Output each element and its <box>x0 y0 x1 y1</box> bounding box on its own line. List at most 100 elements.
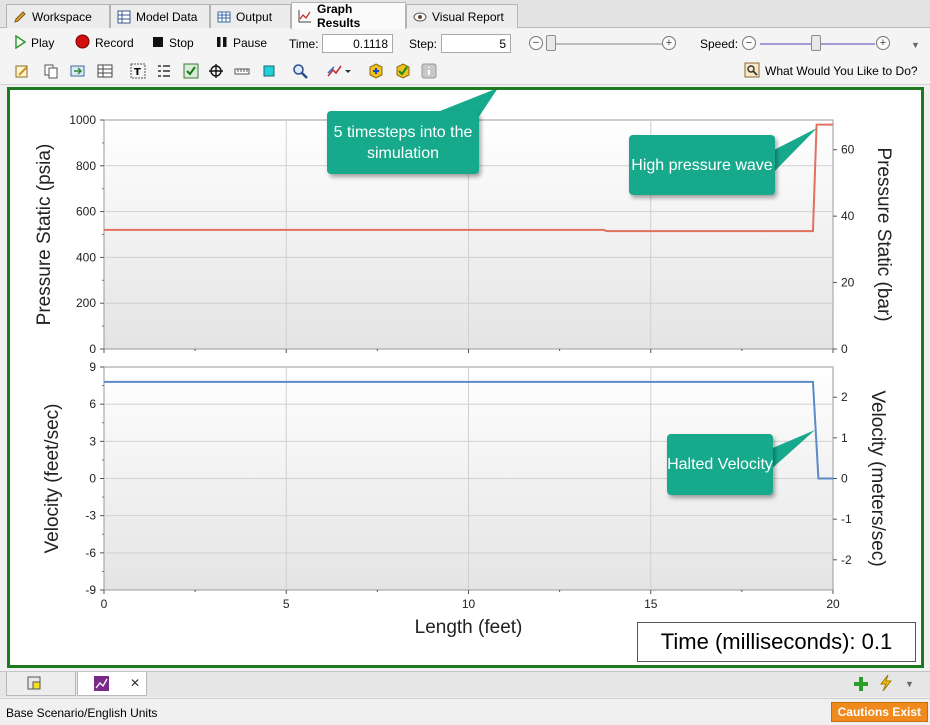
dropdown-chevron-icon[interactable]: ▼ <box>905 679 914 689</box>
speed-decrease-button[interactable]: − <box>742 36 756 50</box>
x-tick-label: 5 <box>283 597 290 611</box>
document-tab-bar: ✕ ▼ <box>0 671 930 697</box>
zoom-icon[interactable] <box>292 63 308 79</box>
help-search-button[interactable]: What Would You Like to Do? <box>744 62 918 80</box>
time-display: Time (milliseconds): 0.1 <box>637 622 916 662</box>
step-slider-track[interactable] <box>546 43 662 45</box>
tab-label: Output <box>236 9 273 24</box>
graph-doc-icon <box>94 676 109 694</box>
play-label: Play <box>31 36 55 50</box>
step-increase-button[interactable]: + <box>662 36 676 50</box>
y-axis-label: Pressure Static (psia) <box>34 144 55 326</box>
overflow-chevron-icon[interactable]: ▼ <box>911 36 920 54</box>
y-tick-label: 3 <box>89 434 96 448</box>
y-right-axis-label: Velocity (meters/sec) <box>867 390 888 566</box>
play-button[interactable]: Play <box>14 34 54 52</box>
y-tick-label: 800 <box>76 159 96 173</box>
copy-icon[interactable] <box>43 63 59 79</box>
cautions-exist-button[interactable]: Cautions Exist <box>830 702 928 722</box>
tab-label: Model Data <box>136 9 198 24</box>
speed-increase-button[interactable]: + <box>876 36 890 50</box>
pause-label: Pause <box>233 36 268 50</box>
pause-button[interactable]: Pause <box>216 34 267 52</box>
step-input[interactable]: 5 <box>441 34 511 53</box>
step-slider-thumb[interactable] <box>546 35 556 51</box>
time-display-text: Time (milliseconds): 0.1 <box>660 629 893 654</box>
speed-slider-thumb[interactable] <box>811 35 821 51</box>
tab-label: Visual Report <box>432 9 504 24</box>
y-tick-label: 600 <box>76 205 96 219</box>
y-tick-label: 0 <box>89 472 96 486</box>
stop-icon <box>152 36 164 51</box>
y-tick-label: -9 <box>85 583 96 597</box>
lightning-icon[interactable] <box>878 674 894 695</box>
x-axis-label: Length (feet) <box>415 617 523 638</box>
status-bar: Base Scenario/English Units Cautions Exi… <box>0 698 930 725</box>
y-right-tick-label: 1 <box>841 431 848 445</box>
y-tick-label: -6 <box>85 546 96 560</box>
y-right-axis-label: Pressure Static (bar) <box>873 147 894 321</box>
playback-toolbar: Play Record Stop Pause Time: 0.1118 Step… <box>0 29 930 57</box>
add-series-icon[interactable] <box>368 63 384 79</box>
crosshair-icon[interactable] <box>208 63 224 79</box>
marker-icon[interactable] <box>261 63 277 79</box>
table-view-icon[interactable] <box>97 63 113 79</box>
y-right-tick-label: 40 <box>841 209 855 223</box>
checkbox-toggle-icon[interactable] <box>183 63 199 79</box>
y-tick-label: 200 <box>76 296 96 310</box>
add-icon[interactable] <box>852 675 870 696</box>
y-right-tick-label: 0 <box>841 342 848 356</box>
time-input[interactable]: 0.1118 <box>322 34 393 53</box>
record-button[interactable]: Record <box>75 34 134 52</box>
workspace-doc-icon <box>27 676 41 693</box>
scenario-status: Base Scenario/English Units <box>6 706 158 720</box>
info-disabled-icon[interactable] <box>421 63 437 79</box>
export-icon[interactable] <box>70 63 86 79</box>
y-right-tick-label: 20 <box>841 276 855 290</box>
high-pressure-callout: High pressure wave <box>629 135 775 195</box>
edit-graph-icon[interactable] <box>14 63 30 79</box>
line-style-dropdown-icon[interactable] <box>326 63 352 79</box>
svg-text:T: T <box>134 67 141 78</box>
tab-workspace[interactable]: Workspace <box>6 4 110 28</box>
ruler-icon[interactable] <box>234 63 250 79</box>
chart-icon <box>298 9 312 23</box>
graph-canvas[interactable]: 020040060080010000204060Pressure Static … <box>10 90 921 665</box>
stop-label: Stop <box>169 36 194 50</box>
close-icon[interactable]: ✕ <box>130 676 140 690</box>
main-tab-bar: Workspace Model Data Output Graph Result… <box>0 0 930 30</box>
graph-frame: 0 200 400 600 800 1000 0 20 40 60 Pressure Static … <box>7 87 924 668</box>
legend-icon[interactable] <box>156 63 172 79</box>
y-right-tick-label: 0 <box>841 472 848 486</box>
tab-visual-report[interactable]: Visual Report <box>406 4 518 28</box>
step-decrease-button[interactable]: − <box>529 36 543 50</box>
search-help-icon <box>744 62 760 81</box>
y-tick-label: 400 <box>76 250 96 264</box>
y-tick-label: 6 <box>89 397 96 411</box>
y-right-tick-label: 60 <box>841 143 855 157</box>
y-axis-label: Velocity (feet/sec) <box>42 404 63 554</box>
step-label: Step: <box>409 37 438 51</box>
y-tick-label: -3 <box>85 509 96 523</box>
text-annotation-icon[interactable]: T <box>130 63 146 79</box>
y-tick-label: 1000 <box>69 113 96 127</box>
y-right-tick-label: -2 <box>841 553 852 567</box>
high-pressure-callout-text: High pressure wave <box>631 156 773 174</box>
doc-tab-graph[interactable]: ✕ <box>77 672 147 696</box>
graph-toolbar: T What Would You Like to Do? <box>0 57 930 85</box>
x-tick-label: 15 <box>644 597 658 611</box>
table-icon <box>117 10 131 24</box>
tab-output[interactable]: Output <box>210 4 291 28</box>
y-tick-label: 9 <box>89 360 96 374</box>
tab-model-data[interactable]: Model Data <box>110 4 210 28</box>
tab-graph-results[interactable]: Graph Results <box>291 2 406 30</box>
tab-label: Workspace <box>32 9 92 24</box>
y-tick-label: 0 <box>89 342 96 356</box>
x-tick-label: 20 <box>826 597 840 611</box>
check-series-icon[interactable] <box>395 63 411 79</box>
stop-button[interactable]: Stop <box>152 34 194 52</box>
tab-label: Graph Results <box>317 2 361 30</box>
doc-tab-workspace[interactable] <box>6 672 76 696</box>
x-tick-label: 10 <box>462 597 476 611</box>
record-icon <box>75 34 90 52</box>
